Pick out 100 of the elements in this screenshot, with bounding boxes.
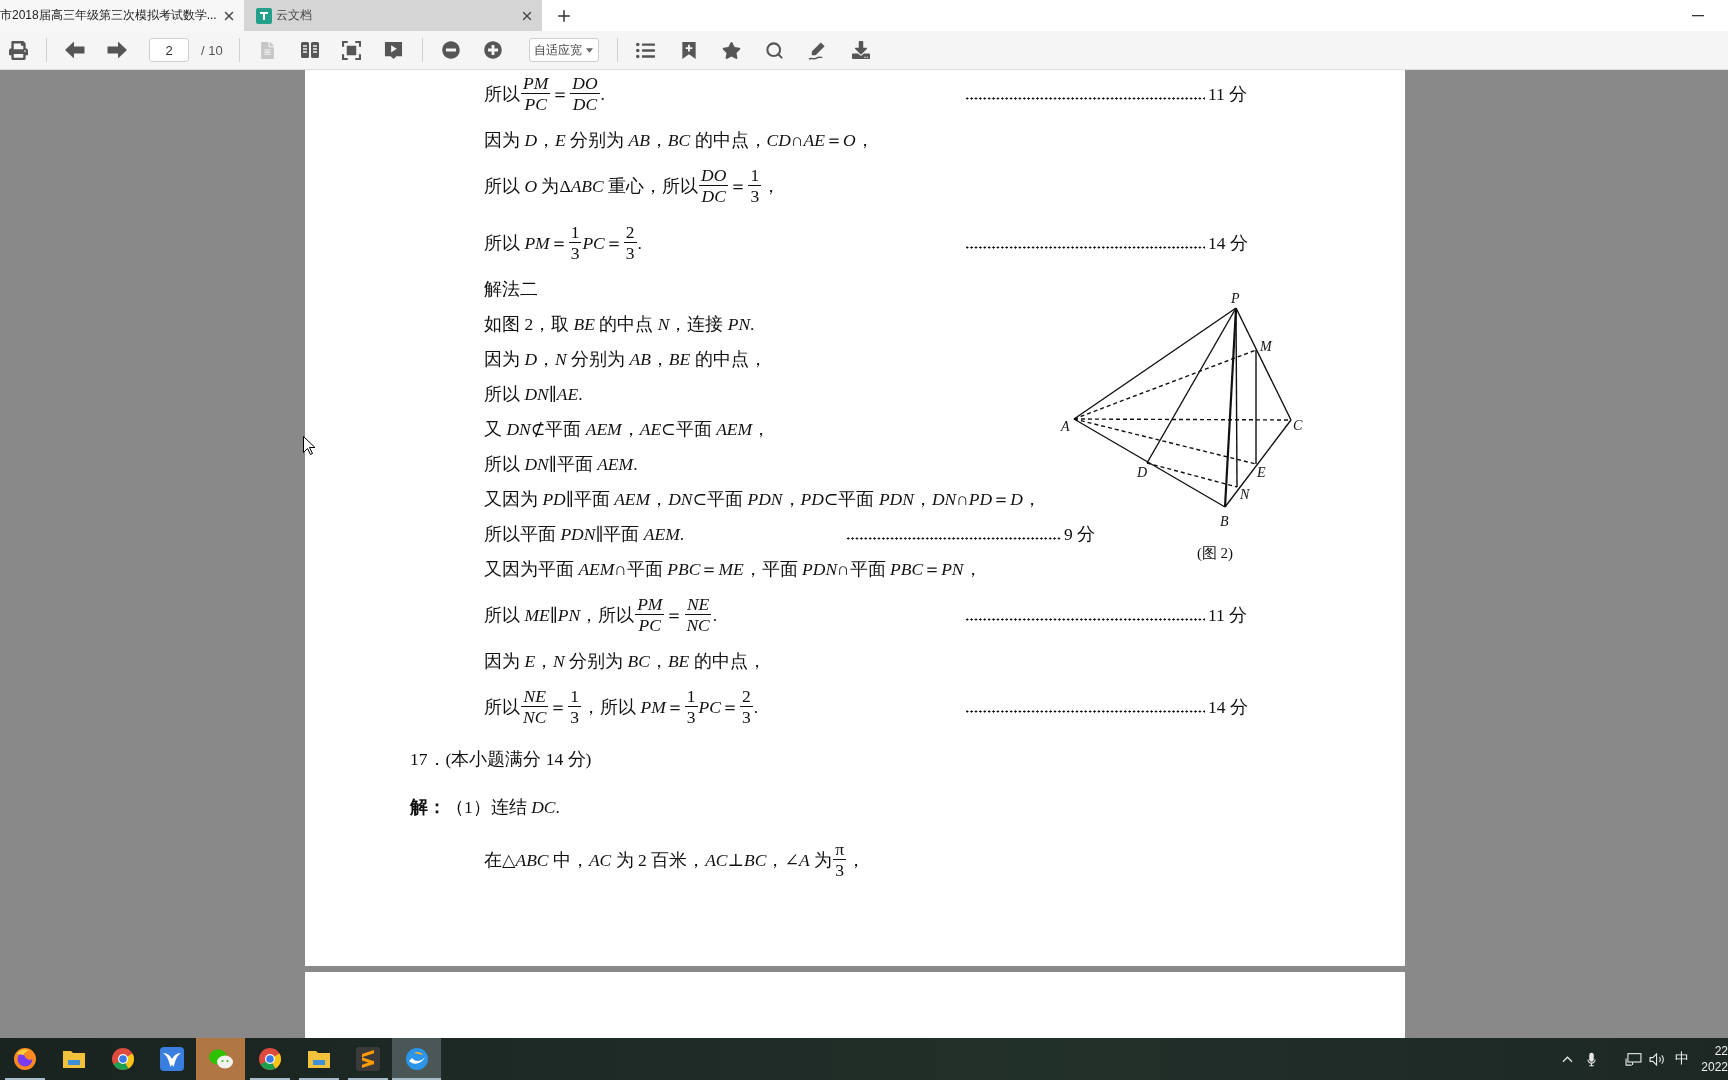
folder-icon: [61, 1049, 86, 1069]
fraction-denominator: 3: [569, 243, 581, 263]
text-line: 解法二: [484, 277, 538, 300]
zigzag-logo-icon: [355, 1047, 380, 1071]
fraction-denominator: PC: [523, 94, 548, 114]
formula-text: ＝: [665, 603, 684, 626]
swoosh-circle-icon: [404, 1047, 429, 1071]
fraction-numerator: 2: [739, 686, 753, 707]
fraction-numerator: 1: [684, 686, 698, 707]
print-icon[interactable]: [8, 40, 28, 60]
input-method-label[interactable]: 中: [1675, 1050, 1690, 1068]
formula-text: .: [753, 695, 758, 718]
tab[interactable]: 市2018届高三年级第三次模拟考试数学...: [0, 0, 244, 31]
tab[interactable]: 云文档: [244, 0, 542, 31]
star-icon[interactable]: [722, 40, 742, 60]
zoom-select[interactable]: 自适应宽: [528, 38, 599, 62]
figure-caption: (图 2): [1195, 544, 1235, 563]
formula-text: 所以: [484, 695, 520, 718]
clock-time[interactable]: 22: [1714, 1043, 1728, 1059]
search-icon[interactable]: [765, 40, 785, 60]
two-page-icon[interactable]: [299, 41, 320, 59]
fraction-numerator: 1: [568, 222, 582, 243]
formula-text: 所以 O 为Δ: [484, 174, 571, 197]
formula-text: 所以 PM＝: [484, 231, 568, 254]
minimize-icon[interactable]: [1692, 14, 1704, 17]
page-total-label: / 10: [201, 42, 224, 58]
score-label: 11 分: [1208, 82, 1248, 105]
formula-text: .: [600, 82, 605, 105]
text-line: 所以平面 PDN∥平面 AEM.: [484, 522, 685, 545]
fraction-denominator: NC: [685, 615, 711, 635]
segmented-circle-icon: [110, 1047, 135, 1071]
fraction-numerator: NE: [521, 686, 548, 707]
formula-text: ，所以 PM＝: [582, 695, 684, 718]
fraction-denominator: 3: [740, 707, 752, 727]
score-label: 14 分: [1208, 231, 1248, 254]
formula-text: ABC 重心，所以: [570, 174, 699, 197]
formula-text: ＝: [549, 695, 568, 718]
point-label: C: [1293, 418, 1303, 433]
formula-text: 所以 ME∥PN，所以: [484, 603, 635, 626]
formula-text: .: [712, 603, 718, 626]
forward-arrow-icon[interactable]: [107, 41, 127, 59]
bird-tile-icon: [159, 1047, 184, 1071]
formula-text: ＝: [729, 174, 748, 197]
point-label: P: [1231, 291, 1240, 306]
fraction-numerator: DO: [570, 73, 600, 94]
list-icon[interactable]: [636, 40, 656, 60]
text-line: 17．(本小题满分 14 分): [410, 748, 592, 770]
formula-text: PC＝: [698, 695, 739, 718]
caret-icon: [586, 47, 594, 53]
fraction-numerator: DO: [699, 165, 729, 186]
point-label: A: [1061, 419, 1070, 434]
back-arrow-icon[interactable]: [65, 41, 85, 59]
text-line: 所以 DN∥AE.: [484, 382, 583, 405]
fraction-denominator: NC: [522, 707, 548, 727]
fraction-numerator: 1: [568, 686, 582, 707]
microphone-icon[interactable]: [1586, 1051, 1596, 1067]
score-label: 14 分: [1208, 695, 1248, 718]
text-line: 因为 D，N 分别为 AB，BE 的中点，: [484, 347, 767, 370]
segmented-circle-icon: [257, 1047, 282, 1071]
formula-text: ，: [762, 174, 781, 197]
zoom-out-icon[interactable]: [441, 41, 460, 59]
text-line: 如图 2，取 BE 的中点 N，连接 PN.: [484, 312, 755, 335]
fraction-numerator: 2: [623, 222, 637, 243]
text-line: 因为 D，E 分别为 AB，BC 的中点，CD∩AE＝O，: [484, 128, 874, 151]
fit-page-icon[interactable]: [342, 40, 362, 60]
text-line: 又 DN⊄平面 AEM，AE⊂平面 AEM，: [484, 417, 771, 440]
formula-text: ，: [846, 848, 865, 871]
zoom-in-icon[interactable]: [483, 41, 502, 59]
formula-text: 所以: [484, 82, 520, 105]
formula-text: .: [637, 231, 642, 254]
fraction-numerator: 1: [748, 165, 762, 186]
fraction-numerator: PM: [635, 594, 665, 615]
fraction-numerator: NE: [684, 594, 712, 615]
fraction-denominator: PC: [637, 615, 662, 635]
formula-text: 在△ABC 中，AC 为 2 百米，AC⊥BC，∠A 为: [484, 848, 833, 871]
swirl-globe-icon: [12, 1047, 37, 1071]
network-icon[interactable]: [1624, 1052, 1642, 1066]
clock-date[interactable]: 2022: [1701, 1059, 1728, 1075]
text-line: 因为 E，N 分别为 BC，BE 的中点，: [484, 649, 766, 672]
fraction-numerator: PM: [521, 73, 551, 94]
fraction-denominator: 3: [569, 707, 581, 727]
download-icon[interactable]: [851, 41, 870, 59]
presentation-icon[interactable]: [384, 40, 404, 60]
text-line: 又因为 PD∥平面 AEM，DN⊂平面 PDN，PD⊂平面 PDN，DN∩PD＝D，: [484, 487, 1041, 510]
text-line: 又因为平面 AEM∩平面 PBC＝ME，平面 PDN∩平面 PBC＝PN，: [484, 557, 982, 580]
folder-icon: [306, 1049, 331, 1069]
document-tile-icon: [256, 7, 272, 24]
page-number-input[interactable]: 2: [149, 38, 189, 62]
bookmark-plus-icon[interactable]: [680, 40, 697, 60]
chevron-up-icon[interactable]: [1561, 1055, 1573, 1063]
formula-text: PC＝: [582, 231, 623, 254]
point-label: B: [1220, 514, 1229, 529]
fraction-denominator: 3: [834, 860, 845, 880]
score-label: 11 分: [1208, 603, 1248, 626]
fraction-numerator: π: [833, 839, 846, 860]
fraction-denominator: 3: [624, 243, 636, 263]
score-label: 9 分: [1064, 522, 1096, 545]
formula-text: ＝: [551, 82, 570, 105]
text-line: 解：（1）连结 DC.: [410, 796, 560, 818]
speaker-icon[interactable]: [1648, 1052, 1666, 1066]
